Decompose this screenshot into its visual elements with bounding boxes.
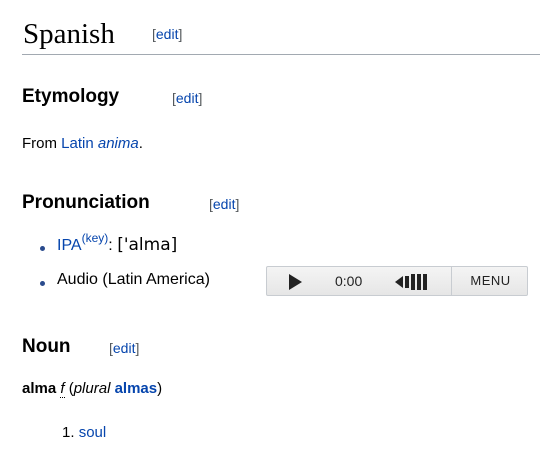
noun-edit: [edit]: [109, 340, 140, 356]
etymology-edit: [edit]: [172, 90, 203, 106]
language-edit: [edit]: [152, 26, 183, 42]
definition-list: 1. soul: [62, 424, 106, 441]
gender-abbr[interactable]: f: [60, 380, 65, 398]
pronunciation-edit: [edit]: [209, 196, 240, 212]
latin-link[interactable]: Latin: [61, 135, 94, 152]
headword: alma: [22, 380, 57, 397]
etymology-heading: Etymology: [22, 86, 120, 107]
noun-edit-link[interactable]: edit: [113, 340, 136, 356]
language-edit-link[interactable]: edit: [156, 26, 179, 42]
ipa-value: ['alma]: [117, 235, 178, 255]
audio-label: Audio (Latin America): [57, 271, 210, 288]
anima-link[interactable]: anima: [98, 135, 139, 152]
definition-item: 1. soul: [62, 424, 106, 441]
audio-time: 0:00: [335, 273, 363, 289]
pronunciation-edit-link[interactable]: edit: [213, 196, 236, 212]
plural-link[interactable]: almas: [115, 380, 158, 397]
play-icon[interactable]: [289, 274, 302, 290]
etymology-edit-link[interactable]: edit: [176, 90, 199, 106]
ipa-key-link[interactable]: (key): [82, 231, 109, 245]
definition-number: 1.: [62, 424, 75, 441]
audio-player: 0:00 MENU: [266, 266, 528, 296]
headword-line: alma f (plural almas): [22, 380, 163, 398]
bullet-icon: [40, 281, 45, 286]
bullet-icon: [40, 246, 45, 251]
definition-link[interactable]: soul: [79, 424, 107, 441]
pronunciation-heading: Pronunciation: [22, 192, 150, 213]
ipa-line: IPA(key): ['alma]: [57, 231, 178, 255]
ipa-link[interactable]: IPA: [57, 237, 82, 254]
volume-icon[interactable]: [395, 273, 431, 291]
audio-menu-button[interactable]: MENU: [451, 267, 529, 295]
language-title: Spanish: [23, 18, 115, 50]
language-heading: Spanish [edit]: [22, 14, 540, 55]
noun-heading: Noun: [22, 336, 71, 357]
etymology-text: From Latin anima.: [22, 135, 143, 152]
